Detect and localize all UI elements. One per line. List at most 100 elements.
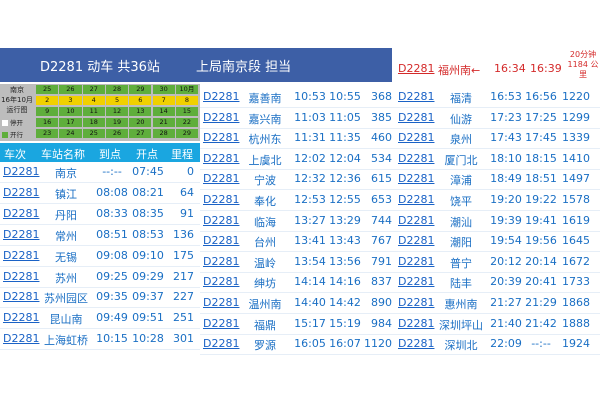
- row-divider: [0, 202, 200, 204]
- row-divider: [200, 189, 394, 191]
- depart-time: 08:21: [132, 185, 164, 199]
- train-link[interactable]: D2281: [398, 62, 434, 75]
- station-name: 台州: [254, 236, 276, 250]
- arrive-time: 08:08: [96, 185, 128, 199]
- train-link[interactable]: D2281: [398, 296, 434, 309]
- row-divider: [394, 210, 600, 211]
- arrive-time: 09:35: [96, 290, 128, 304]
- train-link[interactable]: D2281: [203, 193, 239, 206]
- depart-time: 13:29: [329, 213, 361, 227]
- train-link[interactable]: D2281: [203, 337, 239, 350]
- train-link[interactable]: D2281: [398, 317, 434, 330]
- train-link[interactable]: D2281: [398, 90, 434, 103]
- train-link[interactable]: D2281: [3, 332, 39, 345]
- train-link[interactable]: D2281: [203, 255, 239, 268]
- mileage: 1672: [562, 254, 590, 268]
- row-divider: [0, 265, 200, 267]
- calendar-day: 20: [129, 118, 152, 127]
- calendar-day: 17: [59, 118, 82, 127]
- depart-time: 19:56: [525, 234, 557, 248]
- train-link[interactable]: D2281: [3, 249, 39, 262]
- station-name: 镇江: [55, 187, 77, 201]
- train-link[interactable]: D2281: [203, 90, 239, 103]
- calendar-day: 3: [59, 96, 82, 105]
- station-name: 奉化: [254, 195, 276, 208]
- mileage: 91: [180, 206, 194, 220]
- arrive-time: 13:27: [294, 213, 326, 227]
- mileage: 837: [371, 275, 392, 289]
- train-link[interactable]: D2281: [203, 296, 239, 309]
- arrive-time: 08:51: [96, 227, 128, 241]
- train-link[interactable]: D2281: [398, 193, 434, 206]
- depart-time: 10:28: [132, 332, 164, 346]
- mileage: 791: [371, 254, 392, 268]
- train-link[interactable]: D2281: [203, 214, 239, 227]
- train-link[interactable]: D2281: [203, 131, 239, 144]
- row-divider: [200, 230, 394, 232]
- arrive-time: 15:17: [294, 316, 326, 330]
- train-link[interactable]: D2281: [398, 275, 434, 288]
- station-name: 仙游: [450, 112, 472, 126]
- arrive-time: 16:53: [490, 90, 522, 103]
- train-link[interactable]: D2281: [398, 234, 434, 247]
- mileage: 385: [371, 110, 392, 124]
- train-link[interactable]: D2281: [3, 228, 39, 241]
- mileage: 534: [371, 151, 392, 165]
- depart-time: 13:56: [329, 254, 361, 268]
- arrive-time: 09:25: [96, 269, 128, 283]
- arrive-time: 21:27: [490, 296, 522, 309]
- mileage: 984: [371, 316, 392, 330]
- row-divider: [200, 333, 394, 335]
- arrive-time: 19:20: [490, 193, 522, 206]
- train-link[interactable]: D2281: [398, 131, 434, 144]
- station-name: 绅坊: [254, 277, 276, 291]
- row-divider: [394, 107, 600, 108]
- mileage: 1497: [562, 172, 590, 186]
- calendar-day: 16: [36, 118, 59, 127]
- depart-time: 14:16: [329, 275, 361, 289]
- mileage: 1120: [364, 337, 392, 351]
- train-link[interactable]: D2281: [203, 317, 239, 330]
- arrive-time: 18:10: [490, 151, 522, 165]
- col-station: 车站名称: [41, 148, 85, 161]
- station-name: 嘉善南: [248, 92, 282, 105]
- train-link[interactable]: D2281: [398, 337, 434, 350]
- mileage: 744: [371, 213, 392, 227]
- train-link[interactable]: D2281: [398, 111, 434, 124]
- mileage: 615: [371, 172, 392, 186]
- train-link[interactable]: D2281: [3, 270, 39, 283]
- train-link[interactable]: D2281: [3, 165, 39, 178]
- row-divider: [0, 349, 200, 351]
- station-name: 惠州南: [444, 298, 478, 311]
- train-link[interactable]: D2281: [203, 111, 239, 124]
- calendar-day: 21: [152, 118, 175, 127]
- calendar-day: 23: [36, 129, 59, 138]
- depart-time: 11:35: [329, 131, 361, 145]
- calendar-caption: 运行图: [6, 106, 28, 114]
- depart-time: 12:36: [329, 172, 361, 186]
- train-link[interactable]: D2281: [3, 311, 39, 324]
- depart-time: 18:15: [525, 151, 557, 165]
- row-divider: [200, 210, 394, 211]
- arrive-time: 16:05: [294, 337, 326, 351]
- train-link[interactable]: D2281: [3, 186, 39, 199]
- mileage: 767: [371, 234, 392, 248]
- arrive-time: 16:34: [494, 62, 526, 75]
- train-link[interactable]: D2281: [203, 234, 239, 247]
- train-link[interactable]: D2281: [398, 152, 434, 165]
- station-name: 昆山南: [49, 313, 83, 327]
- train-link[interactable]: D2281: [3, 290, 39, 303]
- row-divider: [200, 148, 394, 150]
- arrive-time: 21:40: [490, 316, 522, 330]
- train-link[interactable]: D2281: [203, 172, 239, 185]
- arrive-time: 14:40: [294, 296, 326, 309]
- train-link[interactable]: D2281: [3, 207, 39, 220]
- train-link[interactable]: D2281: [398, 214, 434, 227]
- station-name: 杭州东: [248, 133, 282, 147]
- station-name: 深圳北: [444, 339, 478, 353]
- train-link[interactable]: D2281: [398, 255, 434, 268]
- train-link[interactable]: D2281: [398, 172, 434, 185]
- mileage: 1220: [562, 90, 590, 103]
- train-link[interactable]: D2281: [203, 275, 239, 288]
- train-link[interactable]: D2281: [203, 152, 239, 165]
